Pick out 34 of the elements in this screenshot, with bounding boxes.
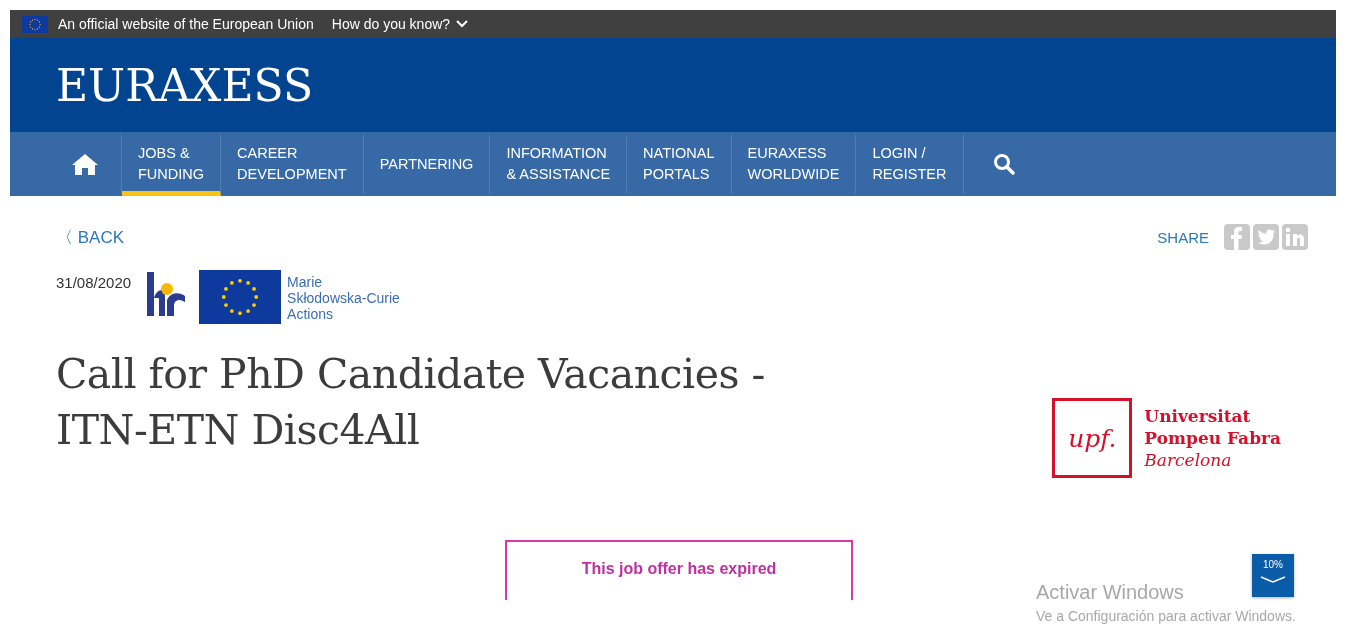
nav-tab[interactable]: JOBS & FUNDING bbox=[122, 132, 222, 196]
share-label: SHARE bbox=[1157, 228, 1209, 246]
eu-flag-icon bbox=[199, 270, 282, 324]
site-logo[interactable]: EURAXESS bbox=[56, 59, 314, 111]
chevron-icon bbox=[1260, 576, 1286, 583]
search-icon bbox=[992, 153, 1015, 175]
posting-date: 31/08/2020 bbox=[56, 274, 132, 291]
nav-tab[interactable]: CAREER DEVELOPMENT bbox=[221, 132, 364, 196]
page-title: Call for PhD Candidate Vacancies - ITN-ETN Disc4All bbox=[56, 349, 765, 456]
home-icon bbox=[71, 152, 99, 176]
facebook-icon bbox=[1230, 226, 1244, 250]
nav-tab[interactable]: INFORMATION & ASSISTANCE bbox=[490, 132, 628, 196]
share-button[interactable] bbox=[1224, 224, 1250, 250]
university-name: Universitat Pompeu Fabra Barcelona bbox=[1144, 405, 1281, 471]
scroll-progress-button[interactable]: 10% bbox=[1252, 554, 1294, 597]
nav-tab[interactable]: EURAXESS WORLDWIDE bbox=[731, 132, 857, 196]
eu-notice-text: An official website of the European Union bbox=[58, 16, 314, 32]
twitter-icon bbox=[1256, 228, 1276, 246]
share-button[interactable] bbox=[1282, 224, 1308, 250]
upf-logo-mark: upf. bbox=[1052, 398, 1133, 478]
share-button[interactable] bbox=[1253, 224, 1279, 250]
hr-logo-icon bbox=[145, 270, 188, 318]
eu-flag-icon bbox=[22, 15, 48, 33]
activation-title: Activar Windows bbox=[1036, 580, 1184, 605]
linkedin-icon bbox=[1285, 227, 1305, 247]
activation-text: Ve a Configuración para activar Windows. bbox=[1036, 607, 1296, 626]
back-link[interactable]: 〈 BACK bbox=[56, 225, 125, 249]
nav-tab[interactable]: LOGIN / REGISTER bbox=[856, 132, 964, 196]
chevron-icon bbox=[456, 20, 469, 28]
expired-text: This job offer has expired bbox=[581, 560, 777, 579]
how-do-you-know-link[interactable]: How do you know? bbox=[331, 16, 469, 32]
msca-logo-text: Marie Skłodowska-Curie Actions bbox=[287, 274, 400, 322]
nav-tab[interactable]: PARTNERING bbox=[363, 132, 491, 196]
nav-tab[interactable]: NATIONAL PORTALS bbox=[627, 132, 732, 196]
